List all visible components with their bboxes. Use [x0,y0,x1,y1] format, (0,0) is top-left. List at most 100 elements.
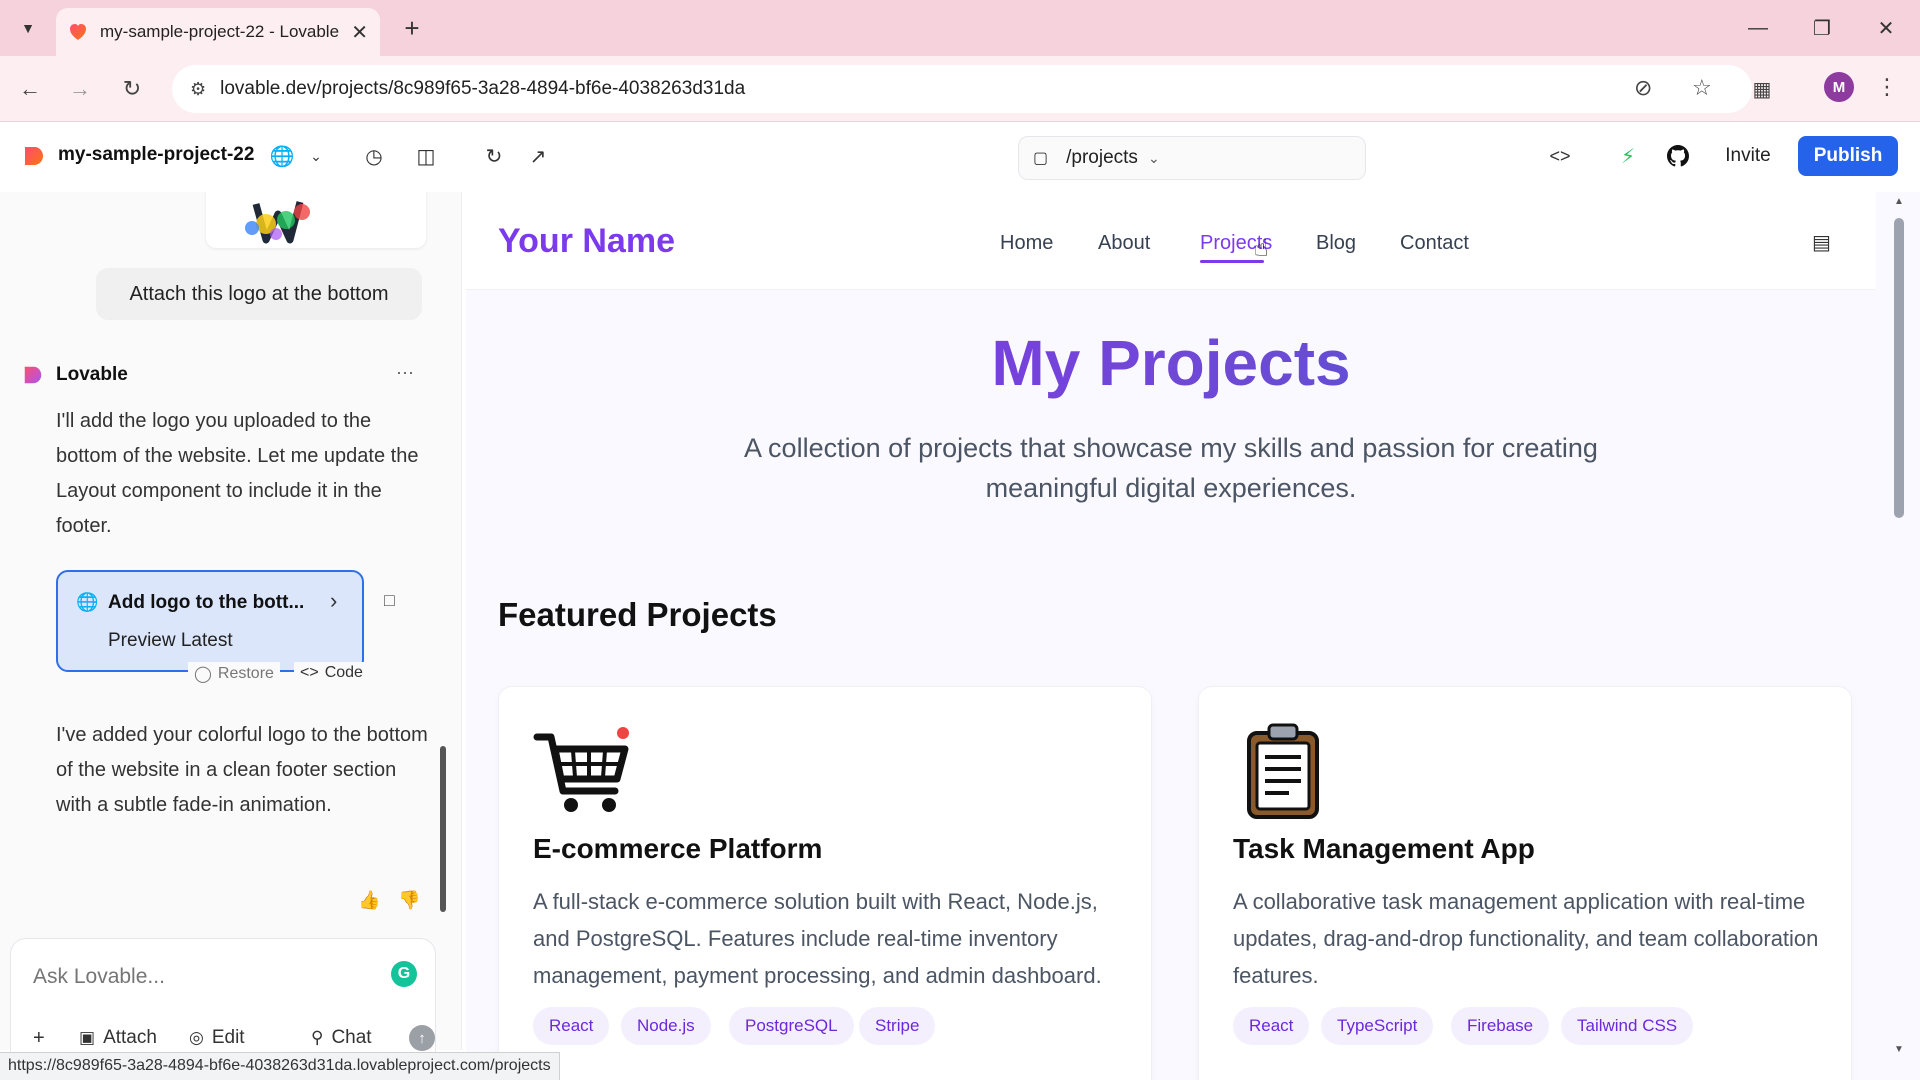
target-icon: ◎ [189,1028,204,1047]
page-title: My Projects [466,326,1876,400]
chat-mode-button[interactable]: ⚲ Chat [311,1027,372,1049]
assistant-name: Lovable [56,364,128,385]
tech-tag: Firebase [1451,1007,1550,1045]
thumbs-up-icon[interactable]: 👍 [358,890,380,911]
open-external-icon[interactable]: ↗ [524,142,552,170]
lightbulb-icon: ⚲ [311,1028,324,1047]
preview-scrollbar[interactable] [1894,218,1904,518]
address-url[interactable]: lovable.dev/projects/8c989f65-3a28-4894-… [220,78,745,100]
shopping-cart-icon [533,727,629,812]
tech-tag: TypeScript [1321,1007,1434,1045]
code-icon: <> [300,664,319,681]
code-button[interactable]: <> Code [294,662,369,684]
restore-label: Restore [217,665,274,682]
globe-icon: 🌐 [76,592,99,612]
clipboard-icon [1247,723,1319,819]
tab-close-icon[interactable]: ✕ [351,20,368,45]
project-description: A full-stack e-commerce solution built w… [533,889,1102,988]
desktop-view-icon[interactable]: ▤ [1812,230,1831,255]
edit-label: Edit [211,1027,245,1048]
tech-tag: Stripe [859,1007,936,1045]
monitor-icon: ▢ [1033,150,1049,167]
restore-window-icon[interactable]: ❐ [1802,12,1842,44]
tab-title: my-sample-project-22 - Lovable [100,22,340,41]
change-subtitle: Preview Latest [108,630,233,651]
nav-home[interactable]: Home [1000,232,1053,255]
assistant-message: I'll add the logo you uploaded to the bo… [56,410,419,537]
route-path: /projects [1066,147,1138,168]
site-header: Your Name Home About Projects Blog Conta… [466,192,1876,290]
chat-sidebar: Attach this logo at the bottom Lovable ·… [0,192,462,1050]
grammarly-icon[interactable]: G [391,961,417,987]
project-card[interactable]: Task Management App A collaborative task… [1198,686,1852,1080]
project-name[interactable]: my-sample-project-22 [58,144,254,166]
lovable-favicon-icon [70,24,86,40]
more-options-icon[interactable]: ··· [396,362,414,383]
scroll-up-icon[interactable]: ▲ [1894,196,1904,207]
chat-input[interactable] [33,965,373,989]
project-card[interactable]: E-commerce Platform A full-stack e-comme… [498,686,1152,1080]
sidebar-toggle-icon[interactable]: ◫ [412,142,440,170]
new-tab-icon[interactable]: + [396,12,428,44]
code-view-icon[interactable]: <> [1546,142,1574,170]
site-settings-icon[interactable]: ⚙ [190,79,206,100]
project-title: Task Management App [1233,833,1535,864]
tech-tag: PostgreSQL [729,1007,854,1045]
preview-pane: Your Name Home About Projects Blog Conta… [466,192,1920,1080]
minimize-icon[interactable]: — [1738,12,1778,44]
nav-blog[interactable]: Blog [1316,232,1356,255]
profile-avatar[interactable]: M [1824,72,1854,102]
edit-button[interactable]: ◎ Edit [189,1027,245,1049]
chevron-down-icon: ⌄ [1147,149,1160,166]
send-icon[interactable]: ↑ [409,1025,435,1051]
close-window-icon[interactable]: ✕ [1866,12,1906,44]
tech-tag: React [533,1007,610,1045]
refresh-preview-icon[interactable]: ↻ [480,142,508,170]
app-toolbar: my-sample-project-22 🌐 ⌄ ◷ ◫ ↻ ↗ ▢ /proj… [0,122,1920,192]
browser-tab-bar: ▼ my-sample-project-22 - Lovable ✕ + — ❐… [0,0,1920,56]
colorful-logo-image [245,201,310,244]
lightning-icon[interactable]: ⚡ [1614,142,1642,170]
uploaded-logo-thumbnail[interactable] [206,192,426,248]
chat-mode-label: Chat [331,1027,372,1048]
thumbs-down-icon[interactable]: 👎 [398,890,420,911]
history-icon[interactable]: ◷ [360,142,388,170]
scroll-down-icon[interactable]: ▼ [1894,1044,1904,1055]
tech-tag: Node.js [621,1007,711,1045]
link-status-bar: https://8c989f65-3a28-4894-bf6e-4038263d… [0,1052,560,1080]
chevron-right-icon[interactable]: › [330,588,337,614]
route-selector[interactable]: ▢ /projects ⌄ [1018,136,1366,180]
nav-about[interactable]: About [1098,232,1150,255]
back-icon[interactable]: ← [12,71,48,107]
page-subtitle: A collection of projects that showcase m… [744,433,1598,503]
browser-nav-bar: ← → ↻ ⚙ lovable.dev/projects/8c989f65-3a… [0,56,1920,122]
tech-tag: React [1233,1007,1310,1045]
chat-scrollbar[interactable] [440,746,446,912]
forward-icon[interactable]: → [62,71,98,107]
bookmark-star-icon[interactable]: ☆ [1692,75,1712,101]
globe-icon[interactable]: 🌐 [268,142,296,170]
site-brand[interactable]: Your Name [498,222,675,261]
tracking-off-icon[interactable]: ⊘ [1634,75,1652,101]
github-icon[interactable] [1664,142,1692,170]
extensions-icon[interactable]: ▦ [1744,71,1780,107]
browser-menu-icon[interactable]: ⋮ [1876,74,1898,100]
restore-button[interactable]: ◯ Restore [188,662,280,686]
assistant-header: Lovable [22,364,128,386]
publish-button[interactable]: Publish [1798,136,1898,176]
chevron-down-icon[interactable]: ⌄ [302,142,330,170]
address-bar[interactable]: ⚙ lovable.dev/projects/8c989f65-3a28-489… [172,65,1752,113]
lovable-logo-icon [24,366,42,384]
lovable-logo-icon [25,147,43,165]
add-icon[interactable]: + [33,1027,45,1050]
invite-button[interactable]: Invite [1706,136,1790,176]
nav-contact[interactable]: Contact [1400,232,1469,255]
change-card[interactable]: 🌐 Add logo to the bott... › Preview Late… [56,570,364,672]
attach-button[interactable]: ▣ Attach [79,1027,157,1049]
reload-icon[interactable]: ↻ [114,71,150,107]
bookmark-icon[interactable]: □ [384,590,395,611]
tech-tag: Tailwind CSS [1561,1007,1694,1045]
tab-search-icon[interactable]: ▼ [12,12,44,44]
project-description: A collaborative task management applicat… [1233,889,1819,988]
browser-tab[interactable]: my-sample-project-22 - Lovable ✕ [56,8,380,56]
